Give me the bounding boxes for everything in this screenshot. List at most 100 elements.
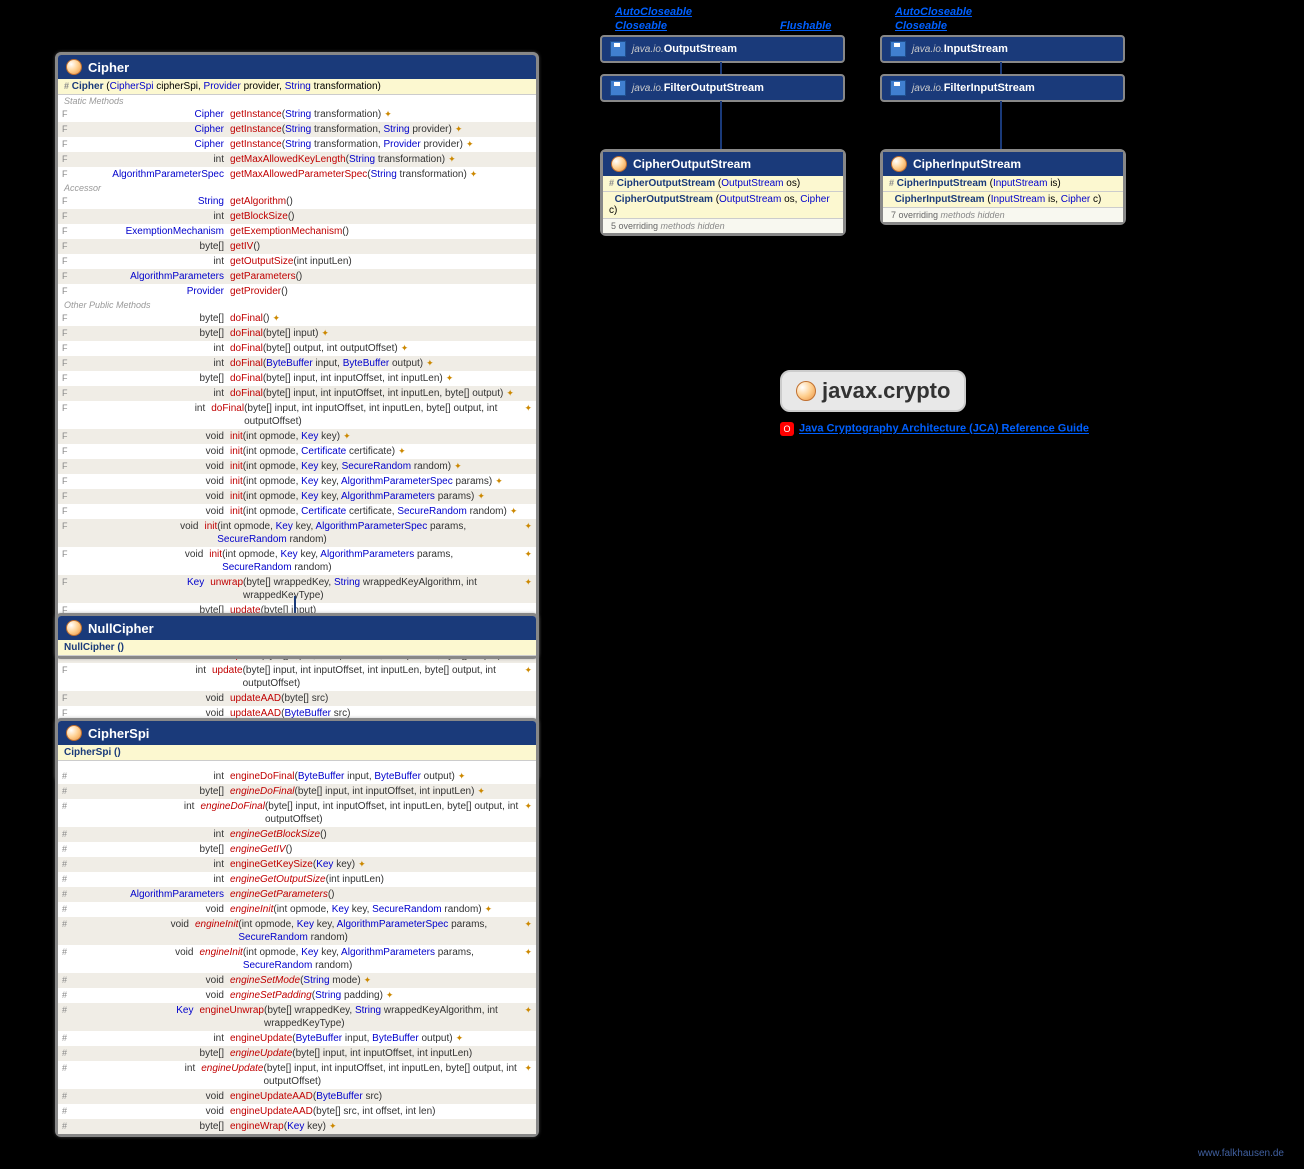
method-row[interactable]: #intengineDoFinal (ByteBuffer input, Byt… [58, 769, 536, 784]
method-row[interactable]: #voidengineUpdateAAD (ByteBuffer src) [58, 1089, 536, 1104]
nullcipher-header[interactable]: NullCipher [58, 616, 536, 640]
modifier: F [62, 210, 74, 223]
method-row[interactable]: Fbyte[]getIV () [58, 239, 536, 254]
method-row[interactable]: #AlgorithmParametersengineGetParameters … [58, 887, 536, 902]
return-type: void [72, 548, 209, 561]
method-row[interactable]: #intengineUpdate (ByteBuffer input, Byte… [58, 1031, 536, 1046]
title-text: javax.crypto [822, 378, 950, 404]
method-row[interactable]: Fintupdate (byte[] input, int inputOffse… [58, 663, 536, 691]
modifier: F [62, 430, 74, 443]
method-row[interactable]: #intengineUpdate (byte[] input, int inpu… [58, 1061, 536, 1089]
class-icon [66, 620, 82, 636]
method-row[interactable]: FintdoFinal (byte[] output, int outputOf… [58, 341, 536, 356]
throws-icon: ✦ [272, 312, 280, 325]
method-row[interactable]: FintgetBlockSize () [58, 209, 536, 224]
method-row[interactable]: #byte[]engineGetIV () [58, 842, 536, 857]
method-row[interactable]: Fvoidinit (int opmode, Key key, Algorith… [58, 474, 536, 489]
method-row[interactable]: Fbyte[]doFinal (byte[] input)✦ [58, 326, 536, 341]
method-row[interactable]: #byte[]engineWrap (Key key)✦ [58, 1119, 536, 1134]
method-row[interactable]: FAlgorithmParameterSpecgetMaxAllowedPara… [58, 167, 536, 182]
method-row[interactable]: FAlgorithmParametersgetParameters () [58, 269, 536, 284]
method-row[interactable]: FStringgetAlgorithm () [58, 194, 536, 209]
autocloseable-link-2[interactable]: AutoCloseable [895, 6, 972, 18]
method-row[interactable]: Fvoidinit (int opmode, Key key, Algorith… [58, 547, 536, 575]
throws-icon: ✦ [524, 1062, 532, 1075]
method-row[interactable]: FintdoFinal (byte[] input, int inputOffs… [58, 386, 536, 401]
class-icon [611, 156, 627, 172]
return-type: Provider [74, 285, 230, 298]
method-params: (String padding) [312, 989, 383, 1002]
method-row[interactable]: #KeyengineUnwrap (byte[] wrappedKey, Str… [58, 1003, 536, 1031]
return-type: Cipher [74, 138, 230, 151]
method-row[interactable]: Fbyte[]doFinal ()✦ [58, 311, 536, 326]
method-row[interactable]: #voidengineUpdateAAD (byte[] src, int of… [58, 1104, 536, 1119]
inputstream-box[interactable]: java.io.InputStream [880, 35, 1125, 63]
cos-ctor-1[interactable]: # CipherOutputStream (OutputStream os) [603, 176, 843, 192]
method-row[interactable]: Fbyte[]doFinal (byte[] input, int inputO… [58, 371, 536, 386]
method-params: (byte[] src) [281, 692, 328, 705]
autocloseable-link[interactable]: AutoCloseable [615, 6, 692, 18]
method-row[interactable]: #voidengineSetMode (String mode)✦ [58, 973, 536, 988]
nullcipher-ctor[interactable]: NullCipher () [58, 640, 536, 656]
cipherspi-ctor[interactable]: CipherSpi () [58, 745, 536, 761]
throws-icon: ✦ [321, 327, 329, 340]
method-row[interactable]: Fvoidinit (int opmode, Key key, Algorith… [58, 519, 536, 547]
modifier: F [62, 270, 74, 283]
method-row[interactable]: #voidengineInit (int opmode, Key key, Al… [58, 917, 536, 945]
cipherspi-header[interactable]: CipherSpi [58, 721, 536, 745]
method-row[interactable]: FintgetMaxAllowedKeyLength (String trans… [58, 152, 536, 167]
cipher-header[interactable]: Cipher [58, 55, 536, 79]
cipherinputstream-header[interactable]: CipherInputStream [883, 152, 1123, 176]
method-row[interactable]: FvoidupdateAAD (byte[] src) [58, 691, 536, 706]
footer-link[interactable]: www.falkhausen.de [1198, 1148, 1284, 1159]
method-row[interactable]: FCiphergetInstance (String transformatio… [58, 122, 536, 137]
method-row[interactable]: #intengineDoFinal (byte[] input, int inp… [58, 799, 536, 827]
cis-c1-params: (InputStream is) [990, 178, 1061, 189]
cipheroutputstream-header[interactable]: CipherOutputStream [603, 152, 843, 176]
outputstream-box[interactable]: java.io.OutputStream [600, 35, 845, 63]
method-row[interactable]: #intengineGetBlockSize () [58, 827, 536, 842]
return-type: void [74, 1105, 230, 1118]
method-row[interactable]: FintdoFinal (ByteBuffer input, ByteBuffe… [58, 356, 536, 371]
method-row[interactable]: #voidengineInit (int opmode, Key key, Se… [58, 902, 536, 917]
filterinputstream-box[interactable]: java.io.FilterInputStream [880, 74, 1125, 102]
method-row[interactable]: #voidengineInit (int opmode, Key key, Al… [58, 945, 536, 973]
cis-ctor-2[interactable]: CipherInputStream (InputStream is, Ciphe… [883, 192, 1123, 208]
method-row[interactable]: Fvoidinit (int opmode, Certificate certi… [58, 504, 536, 519]
method-row[interactable]: Fvoidinit (int opmode, Key key, Algorith… [58, 489, 536, 504]
method-row[interactable]: FintdoFinal (byte[] input, int inputOffs… [58, 401, 536, 429]
modifier: # [62, 1120, 74, 1133]
method-row[interactable]: #intengineGetOutputSize (int inputLen) [58, 872, 536, 887]
reference-link[interactable]: Java Cryptography Architecture (JCA) Ref… [799, 423, 1089, 435]
method-params: (byte[] input, int inputOffset, int inpu… [243, 664, 522, 690]
method-row[interactable]: #byte[]engineUpdate (byte[] input, int i… [58, 1046, 536, 1061]
method-name: engineUpdateAAD [230, 1090, 313, 1103]
method-row[interactable]: #voidengineSetPadding (String padding)✦ [58, 988, 536, 1003]
method-row[interactable]: Fvoidinit (int opmode, Key key, SecureRa… [58, 459, 536, 474]
method-row[interactable]: FProvidergetProvider () [58, 284, 536, 299]
return-type: AlgorithmParameters [74, 270, 230, 283]
cos-ctor-2[interactable]: CipherOutputStream (OutputStream os, Cip… [603, 192, 843, 219]
modifier: # [62, 858, 74, 871]
method-row[interactable]: Fvoidinit (int opmode, Key key)✦ [58, 429, 536, 444]
method-params: (byte[] wrappedKey, String wrappedKeyAlg… [243, 576, 521, 602]
method-row[interactable]: FintgetOutputSize (int inputLen) [58, 254, 536, 269]
method-row[interactable]: FExemptionMechanismgetExemptionMechanism… [58, 224, 536, 239]
method-row[interactable]: FCiphergetInstance (String transformatio… [58, 107, 536, 122]
method-row[interactable]: #intengineGetKeySize (Key key)✦ [58, 857, 536, 872]
method-row[interactable]: Fvoidinit (int opmode, Certificate certi… [58, 444, 536, 459]
method-row[interactable]: FKeyunwrap (byte[] wrappedKey, String wr… [58, 575, 536, 603]
flushable-link[interactable]: Flushable [780, 20, 831, 32]
method-name: engineDoFinal [230, 770, 295, 783]
closeable-link-2[interactable]: Closeable [895, 20, 947, 32]
modifier: F [62, 372, 74, 385]
method-params: (int opmode, Key key, AlgorithmParameter… [243, 946, 522, 972]
method-row[interactable]: FCiphergetInstance (String transformatio… [58, 137, 536, 152]
method-row[interactable]: #byte[]engineDoFinal (byte[] input, int … [58, 784, 536, 799]
cis-ctor-1[interactable]: # CipherInputStream (InputStream is) [883, 176, 1123, 192]
method-params: (String transformation, Provider provide… [282, 138, 463, 151]
closeable-link[interactable]: Closeable [615, 20, 667, 32]
filteroutputstream-box[interactable]: java.io.FilterOutputStream [600, 74, 845, 102]
cipher-constructor[interactable]: # Cipher (CipherSpi cipherSpi, Provider … [58, 79, 536, 95]
throws-icon: ✦ [364, 974, 372, 987]
